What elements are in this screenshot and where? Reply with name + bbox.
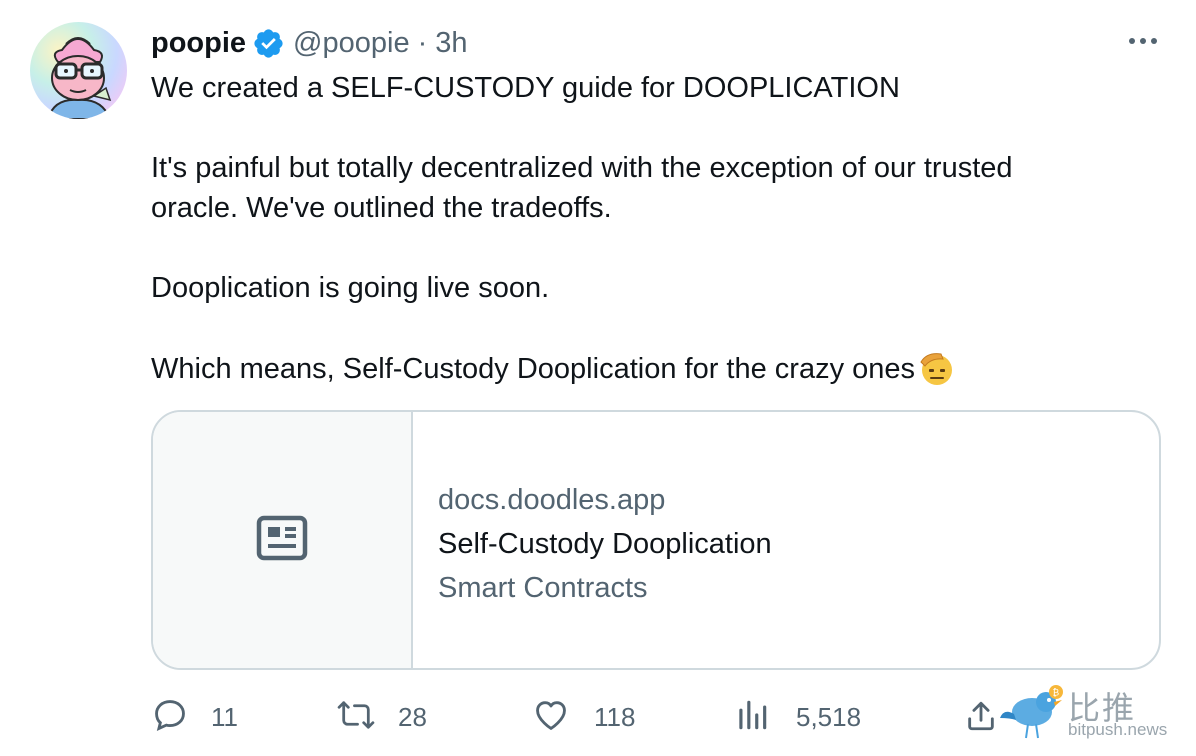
like-button[interactable]: 118	[532, 694, 635, 740]
share-button[interactable]	[964, 698, 998, 739]
link-preview-card[interactable]: docs.doodles.app Self-Custody Dooplicati…	[151, 410, 1161, 670]
tweet-line-last: Which means, Self-Custody Dooplication f…	[151, 348, 1141, 389]
card-thumbnail	[153, 412, 413, 668]
retweet-button[interactable]: 28	[336, 694, 427, 740]
avatar[interactable]	[30, 22, 127, 119]
retweet-count: 28	[398, 701, 427, 732]
author-handle[interactable]: @poopie	[293, 27, 410, 60]
like-count: 118	[594, 701, 636, 732]
views-chart-icon	[733, 696, 771, 739]
card-title: Self-Custody Dooplication	[438, 528, 772, 560]
tweet-header: poopie @poopie · 3h	[151, 26, 468, 60]
saluting-face-emoji-icon	[917, 348, 955, 386]
tweet-text: We created a SELF-CUSTODY guide for DOOP…	[151, 68, 1141, 389]
card-description: Smart Contracts	[438, 572, 648, 604]
tweet-line: Which means, Self-Custody Dooplication f…	[151, 353, 916, 385]
share-icon	[964, 701, 998, 738]
tweet-line: Dooplication is going live soon.	[151, 272, 550, 304]
tweet-line	[151, 108, 1141, 148]
verified-badge-icon[interactable]	[252, 27, 285, 60]
tweet-line	[151, 308, 1141, 348]
watermark-domain-text: bitpush.news	[1068, 720, 1168, 739]
views-count: 5,518	[796, 701, 862, 732]
reply-button[interactable]: 11	[151, 694, 238, 740]
retweet-icon	[336, 696, 376, 739]
article-icon	[256, 515, 308, 566]
card-domain: docs.doodles.app	[438, 484, 666, 516]
action-bar: 11 28 118 5,518	[151, 694, 1021, 740]
reply-icon	[151, 696, 189, 739]
svg-text:₿: ₿	[1053, 688, 1060, 699]
tweet-line	[151, 228, 1141, 268]
tweet-line: We created a SELF-CUSTODY guide for DOOP…	[151, 72, 900, 104]
more-options-icon[interactable]	[1125, 29, 1161, 53]
tweet-line: oracle. We've outlined the tradeoffs.	[151, 192, 612, 224]
views-button[interactable]: 5,518	[733, 694, 861, 740]
card-body: docs.doodles.app Self-Custody Dooplicati…	[438, 478, 772, 610]
heart-icon	[532, 696, 570, 739]
author-name[interactable]: poopie	[151, 27, 246, 60]
tweet-line: It's painful but totally decentralized w…	[151, 152, 1013, 184]
tweet-timestamp[interactable]: 3h	[435, 27, 467, 60]
separator-dot: ·	[417, 26, 428, 59]
reply-count: 11	[211, 701, 238, 732]
